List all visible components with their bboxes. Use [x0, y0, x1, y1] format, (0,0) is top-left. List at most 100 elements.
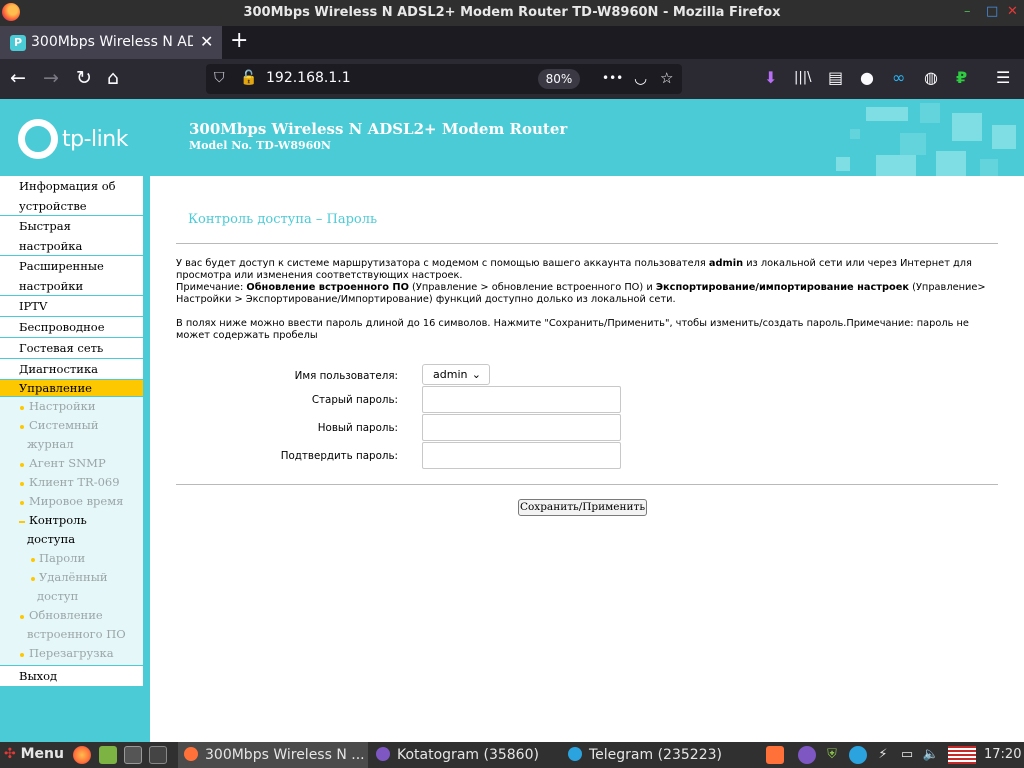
confirm-password-input[interactable]: [422, 442, 621, 469]
maximize-button[interactable]: □: [986, 5, 998, 19]
taskbar-window-label: Kotatogram (35860): [397, 747, 539, 763]
start-menu-button[interactable]: ✣ Menu: [4, 746, 64, 762]
new-tab-button[interactable]: +: [230, 28, 248, 53]
instructions-paragraph: В полях ниже можно ввести пароль длиной …: [176, 318, 969, 341]
taskbar-window-label: 300Mbps Wireless N ...: [205, 747, 365, 763]
window-title-bar: 300Mbps Wireless N ADSL2+ Modem Router T…: [0, 0, 1024, 26]
divider: [176, 484, 998, 485]
tab-bar: P 300Mbps Wireless N ADSL2+ Modem Router…: [0, 26, 1024, 59]
taskbar-window-telegram[interactable]: Telegram (235223): [562, 742, 752, 768]
submenu-item-system-log-line2[interactable]: журнал: [27, 435, 74, 454]
firefox-launcher-icon[interactable]: [73, 746, 91, 764]
tray-shield-icon[interactable]: ⛨: [823, 746, 841, 764]
new-password-input[interactable]: [422, 414, 621, 441]
submenu-item-firmware-update[interactable]: Обновление: [29, 606, 103, 625]
bullet-icon: [20, 482, 24, 486]
sidebar-item-guest-network[interactable]: Гостевая сеть: [0, 338, 143, 359]
tray-kotatogram-icon[interactable]: [798, 746, 816, 764]
submenu-item-reboot[interactable]: Перезагрузка: [29, 644, 114, 663]
intro-paragraph: У вас будет доступ к системе маршрутизат…: [176, 258, 996, 306]
text: Примечание:: [176, 282, 247, 293]
save-apply-button[interactable]: Сохранить/Применить: [518, 499, 647, 516]
tray-update-icon[interactable]: ⚡: [874, 746, 892, 764]
submenu-item-firmware-update-line2[interactable]: встроенного ПО: [27, 625, 126, 644]
zoom-level-badge[interactable]: 80%: [538, 69, 580, 89]
extension-globe-icon[interactable]: ◍: [924, 68, 938, 88]
submenu-item-settings[interactable]: Настройки: [29, 397, 96, 416]
submenu-item-remote-access-line2[interactable]: доступ: [37, 587, 78, 606]
sidebar-item-diagnostics[interactable]: Диагностика: [0, 359, 143, 380]
clock[interactable]: 17:20: [984, 747, 1021, 762]
submenu-item-access-control-line2[interactable]: доступа: [27, 530, 75, 549]
submenu-item-tr069-client[interactable]: Клиент TR-069: [29, 473, 120, 492]
tray-firefox-icon[interactable]: [766, 746, 784, 764]
new-password-label: Новый пароль:: [317, 422, 398, 434]
sidebar-item-device-info[interactable]: Информация об устройстве: [0, 176, 143, 216]
url-text[interactable]: 192.168.1.1: [266, 70, 351, 86]
volume-icon[interactable]: 🔈: [922, 746, 940, 764]
address-bar[interactable]: ⛉ 🔓 192.168.1.1 80% ••• ◡ ☆: [206, 64, 682, 94]
navigation-bar: ← → ↻ ⌂ ⛉ 🔓 192.168.1.1 80% ••• ◡ ☆ ⬇ ||…: [0, 59, 1024, 99]
insecure-lock-icon[interactable]: 🔓: [240, 70, 257, 86]
submenu-item-snmp-agent[interactable]: Агент SNMP: [29, 454, 106, 473]
sidebar-item-quick-setup[interactable]: Быстрая настройка: [0, 216, 143, 256]
bullet-icon: [20, 406, 24, 410]
main-content: Контроль доступа – Пароль У вас будет до…: [150, 176, 1024, 742]
sidebar-item-label: Расширенные: [19, 259, 104, 273]
taskbar-window-kotatogram[interactable]: Kotatogram (35860): [370, 742, 560, 768]
old-password-input[interactable]: [422, 386, 621, 413]
tray-notifications-icon[interactable]: ▭: [898, 746, 916, 764]
submenu-item-access-control[interactable]: Контроль: [29, 511, 87, 530]
terminal-launcher-icon[interactable]: [124, 746, 142, 764]
sidebar-item-iptv[interactable]: IPTV: [0, 296, 143, 317]
close-window-button[interactable]: ✕: [1007, 5, 1018, 19]
bookmark-star-icon[interactable]: ☆: [660, 69, 673, 87]
taskbar-window-firefox[interactable]: 300Mbps Wireless N ...: [178, 742, 368, 768]
forward-button[interactable]: →: [43, 67, 59, 89]
media-launcher-icon[interactable]: [149, 746, 167, 764]
decor-pixel: [866, 107, 908, 121]
keyboard-layout-flag-icon[interactable]: [948, 746, 976, 764]
submenu-item-remote-access[interactable]: Удалённый: [39, 568, 108, 587]
decor-pixel: [936, 151, 966, 176]
downloads-icon[interactable]: ⬇: [764, 68, 777, 88]
tab-router[interactable]: P 300Mbps Wireless N ADSL2+ Modem Router…: [0, 26, 222, 59]
library-icon[interactable]: |||\: [794, 68, 812, 88]
reload-button[interactable]: ↻: [76, 67, 92, 89]
sidebar-item-label: настройки: [19, 279, 84, 293]
mint-menu-icon: ✣: [4, 746, 16, 762]
sidebar-item-label: настройка: [19, 239, 83, 253]
decor-pixel: [980, 159, 998, 176]
sidebar-item-wireless[interactable]: Беспроводное: [0, 317, 143, 338]
back-button[interactable]: ←: [10, 67, 26, 89]
account-icon[interactable]: ●: [860, 68, 874, 88]
minimize-button[interactable]: –: [964, 5, 971, 19]
home-button[interactable]: ⌂: [107, 67, 119, 89]
extension-infinity-icon[interactable]: ∞: [892, 68, 905, 88]
bullet-icon: [20, 463, 24, 467]
close-tab-icon[interactable]: ✕: [200, 32, 213, 51]
submenu-item-system-log[interactable]: Системный: [29, 416, 99, 435]
sidebar-item-logout[interactable]: Выход: [0, 666, 143, 687]
username-select[interactable]: admin ⌄: [422, 364, 490, 385]
logo-text: tp-link: [62, 127, 128, 152]
sidebar-item-management[interactable]: Управление: [0, 380, 143, 397]
tracking-shield-icon[interactable]: ⛉: [214, 70, 225, 86]
extension-ruble-icon[interactable]: ₽: [956, 68, 967, 88]
chevron-down-icon: ⌄: [471, 368, 481, 381]
files-launcher-icon[interactable]: [99, 746, 117, 764]
confirm-password-label: Подтвердить пароль:: [280, 450, 398, 462]
app-menu-icon[interactable]: ☰: [996, 68, 1010, 88]
sidebar-item-advanced[interactable]: Расширенные настройки: [0, 256, 143, 296]
page-actions-icon[interactable]: •••: [602, 71, 623, 85]
sidebar-item-label: устройстве: [19, 199, 87, 213]
pocket-icon[interactable]: ◡: [634, 69, 647, 87]
management-submenu: Настройки Системный журнал Агент SNMP Кл…: [0, 397, 143, 665]
submenu-item-passwords[interactable]: Пароли: [39, 549, 85, 568]
sidebar-icon[interactable]: ▤: [828, 68, 843, 88]
tp-link-logo-icon: [18, 119, 58, 159]
bullet-icon: [20, 501, 24, 505]
username-label: Имя пользователя:: [294, 370, 398, 382]
submenu-item-world-time[interactable]: Мировое время: [29, 492, 123, 511]
tray-telegram-icon[interactable]: [849, 746, 867, 764]
